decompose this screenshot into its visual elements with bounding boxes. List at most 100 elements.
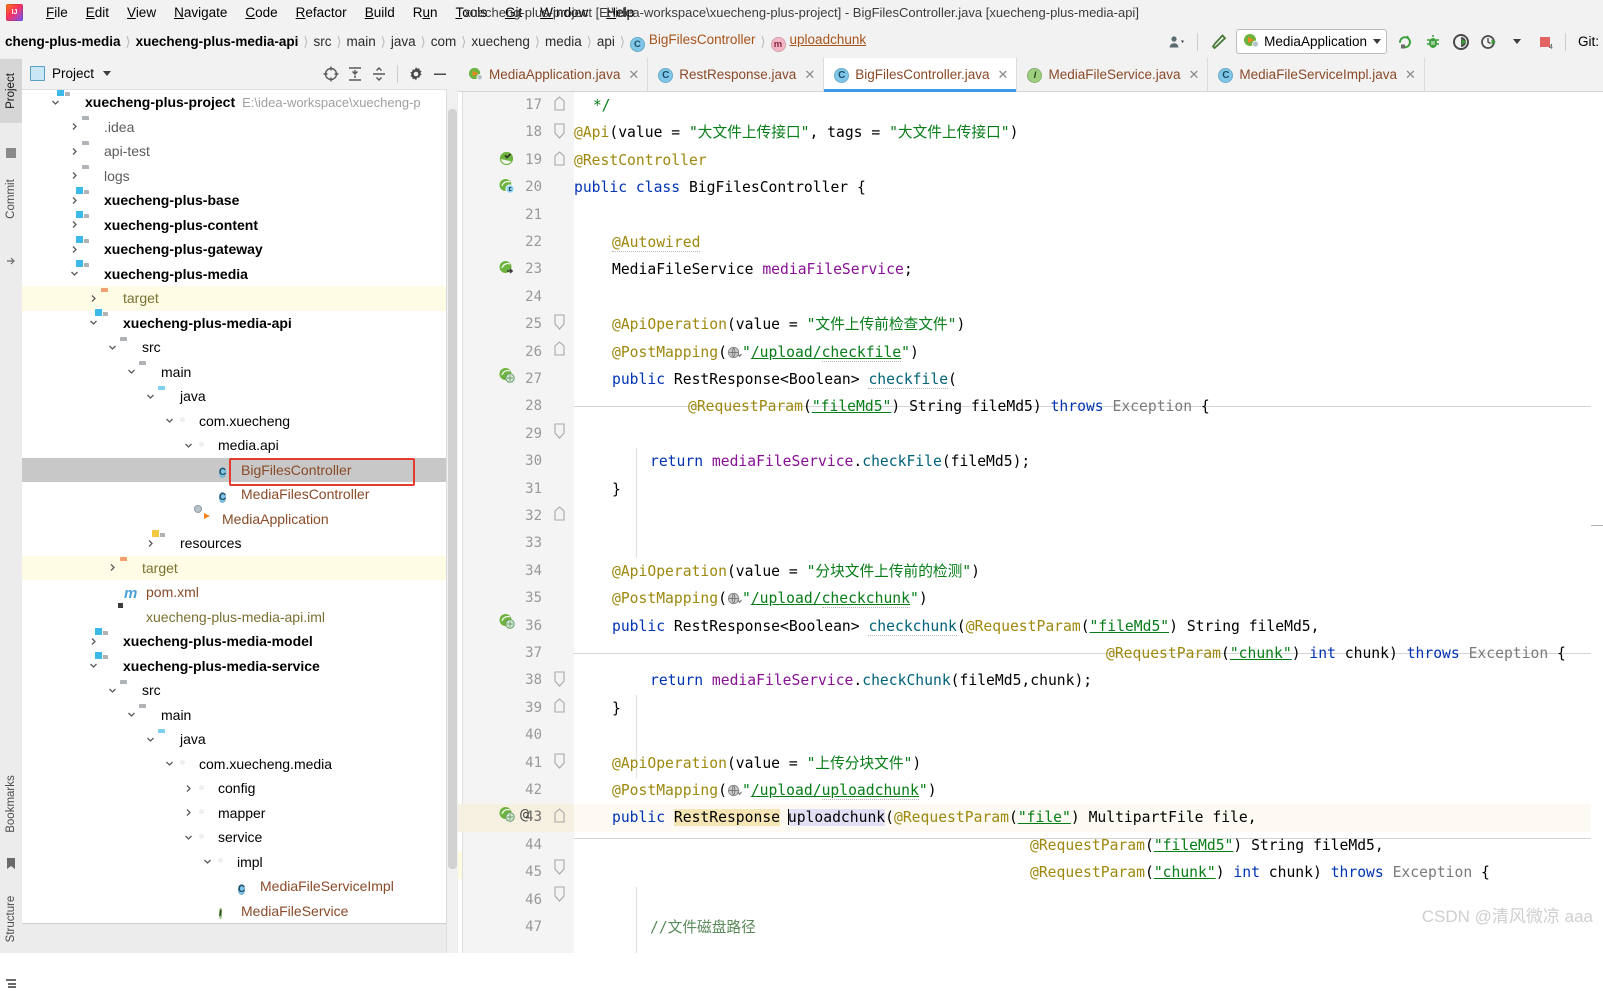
settings-gear-icon[interactable]	[404, 62, 428, 86]
chevron-right-icon[interactable]	[67, 193, 81, 207]
fold-marker-start[interactable]	[554, 341, 565, 361]
menu-view[interactable]: View	[118, 3, 165, 22]
menu-run[interactable]: Run	[404, 3, 447, 22]
tree-node-java-service[interactable]: java	[22, 727, 458, 752]
tree-node-MediaApplication[interactable]: MediaApplication	[22, 507, 458, 532]
code-text-area[interactable]: */ @Api(value = "大文件上传接口", tags = "大文件上传…	[574, 92, 1603, 953]
tree-node-api-test[interactable]: api-test	[22, 139, 458, 164]
chevron-right-icon[interactable]	[67, 169, 81, 183]
tree-node-resources[interactable]: resources	[22, 528, 458, 556]
close-icon[interactable]: ✕	[998, 67, 1009, 83]
chevron-down-icon[interactable]	[67, 267, 81, 281]
fold-marker-start[interactable]	[554, 698, 565, 718]
chevron-down-icon[interactable]	[162, 414, 176, 428]
spring-bean-icon[interactable]	[498, 177, 515, 194]
breadcrumb-item-6[interactable]: xuecheng	[468, 34, 533, 49]
breadcrumb-item-7[interactable]: media	[542, 34, 585, 49]
hammer-build-icon[interactable]	[1206, 30, 1230, 54]
tree-node-xuecheng-plus-media-model[interactable]: xuecheng-plus-media-model	[22, 626, 458, 654]
close-icon[interactable]: ✕	[1405, 67, 1416, 83]
project-tree[interactable]: xuecheng-plus-project E:\idea-workspace\…	[22, 90, 458, 953]
hide-panel-icon[interactable]	[428, 62, 452, 86]
fold-marker-end[interactable]	[554, 506, 565, 526]
chevron-down-icon[interactable]	[124, 708, 138, 722]
tree-node-main-service[interactable]: main	[22, 703, 458, 728]
chevron-right-icon[interactable]	[67, 242, 81, 256]
menu-edit[interactable]: Edit	[77, 3, 118, 22]
menu-build[interactable]: Build	[356, 3, 404, 22]
chevron-down-icon[interactable]	[48, 95, 62, 109]
tab-MediaFileServiceImpl[interactable]: C MediaFileServiceImpl.java ✕	[1208, 58, 1425, 91]
breadcrumb-item-4[interactable]: java	[388, 34, 419, 49]
chevron-down-icon[interactable]	[143, 732, 157, 746]
tree-node-xuecheng-plus-media[interactable]: xuecheng-plus-media	[22, 259, 458, 287]
tree-node-java-api[interactable]: java	[22, 384, 458, 409]
web-mapping-icon[interactable]	[727, 780, 742, 807]
chevron-down-icon[interactable]	[105, 340, 119, 354]
fold-marker-start[interactable]	[554, 859, 565, 879]
menu-refactor[interactable]: Refactor	[287, 3, 356, 22]
menu-git[interactable]: Git	[496, 3, 531, 22]
close-icon[interactable]: ✕	[804, 67, 815, 83]
fold-marker-start[interactable]	[554, 671, 565, 691]
tree-node-MediaFileService[interactable]: I MediaFileService	[22, 899, 458, 924]
chevron-right-icon[interactable]	[143, 536, 157, 550]
menu-code[interactable]: Code	[236, 3, 286, 22]
fold-marker-start[interactable]	[554, 423, 565, 443]
web-mapping-icon[interactable]	[727, 342, 742, 369]
user-dropdown-icon[interactable]	[1165, 30, 1189, 54]
tool-window-bookmarks[interactable]: Bookmarks	[0, 772, 22, 836]
breadcrumb-item-1[interactable]: xuecheng-plus-media-api	[133, 34, 302, 49]
close-icon[interactable]: ✕	[628, 67, 639, 83]
tree-node-com-xuecheng[interactable]: com.xuecheng	[22, 409, 458, 434]
select-opened-file-icon[interactable]	[319, 62, 343, 86]
tree-node-src-api[interactable]: src	[22, 335, 458, 360]
breadcrumb-item-2[interactable]: src	[310, 34, 334, 49]
fold-marker-start[interactable]	[554, 753, 565, 773]
tree-node-iml[interactable]: xuecheng-plus-media-api.iml	[22, 605, 458, 630]
tree-node-pom-xml[interactable]: m pom.xml	[22, 580, 458, 605]
breadcrumb-item-0[interactable]: cheng-plus-media	[2, 34, 124, 49]
menu-tools[interactable]: Tools	[447, 3, 497, 22]
chevron-down-icon[interactable]	[181, 830, 195, 844]
tree-node-impl[interactable]: impl	[22, 850, 458, 875]
tab-MediaFileService[interactable]: I MediaFileService.java ✕	[1017, 58, 1209, 91]
fold-marker-start[interactable]	[554, 314, 565, 334]
breadcrumb-item-3[interactable]: main	[344, 34, 379, 49]
chevron-right-icon[interactable]	[86, 634, 100, 648]
editor-scrollbar[interactable]	[1591, 125, 1603, 953]
chevron-right-icon[interactable]	[181, 781, 195, 795]
chevron-down-icon[interactable]	[105, 683, 119, 697]
menu-window[interactable]: Window	[531, 3, 597, 22]
breadcrumb-item-class[interactable]: C BigFilesController	[627, 32, 759, 52]
project-scrollbar-thumb[interactable]	[448, 109, 457, 869]
git-widget-label[interactable]: Git:	[1572, 34, 1599, 49]
tool-window-project[interactable]: Project	[0, 59, 22, 123]
breadcrumb-item-8[interactable]: api	[594, 34, 618, 49]
fold-marker-end[interactable]	[554, 808, 565, 828]
stop-icon[interactable]: 4	[1533, 30, 1557, 54]
tree-node-xuecheng-plus-project[interactable]: xuecheng-plus-project E:\idea-workspace\…	[22, 90, 458, 115]
chevron-down-icon[interactable]	[200, 855, 214, 869]
chevron-down-icon[interactable]	[86, 659, 100, 673]
chevron-down-icon[interactable]	[124, 365, 138, 379]
tree-node-MediaFileServiceImpl[interactable]: C MediaFileServiceImpl	[22, 874, 458, 899]
run-configuration-selector[interactable]: MediaApplication	[1236, 29, 1387, 54]
chevron-right-icon[interactable]	[181, 806, 195, 820]
debug-icon[interactable]	[1421, 30, 1445, 54]
spring-mapping-icon[interactable]	[498, 612, 515, 629]
tree-node-mapper[interactable]: mapper	[22, 801, 458, 826]
spring-mapping-icon[interactable]	[498, 366, 515, 383]
tree-node-target-api[interactable]: target	[22, 555, 458, 580]
annotation-gutter-icon[interactable]: @	[520, 805, 529, 823]
chevron-right-icon[interactable]	[105, 561, 119, 575]
spring-mapping-icon[interactable]	[498, 805, 515, 822]
tool-window-structure[interactable]: Structure	[0, 887, 22, 951]
tree-node-MediaFilesController[interactable]: C MediaFilesController	[22, 482, 458, 507]
profiler-icon[interactable]	[1477, 30, 1501, 54]
spring-autowire-icon[interactable]	[498, 259, 515, 276]
expand-all-icon[interactable]	[343, 62, 367, 86]
spring-bean-check-icon[interactable]	[498, 150, 515, 167]
tab-RestResponse[interactable]: C RestResponse.java ✕	[648, 58, 825, 91]
menu-navigate[interactable]: Navigate	[165, 3, 236, 22]
